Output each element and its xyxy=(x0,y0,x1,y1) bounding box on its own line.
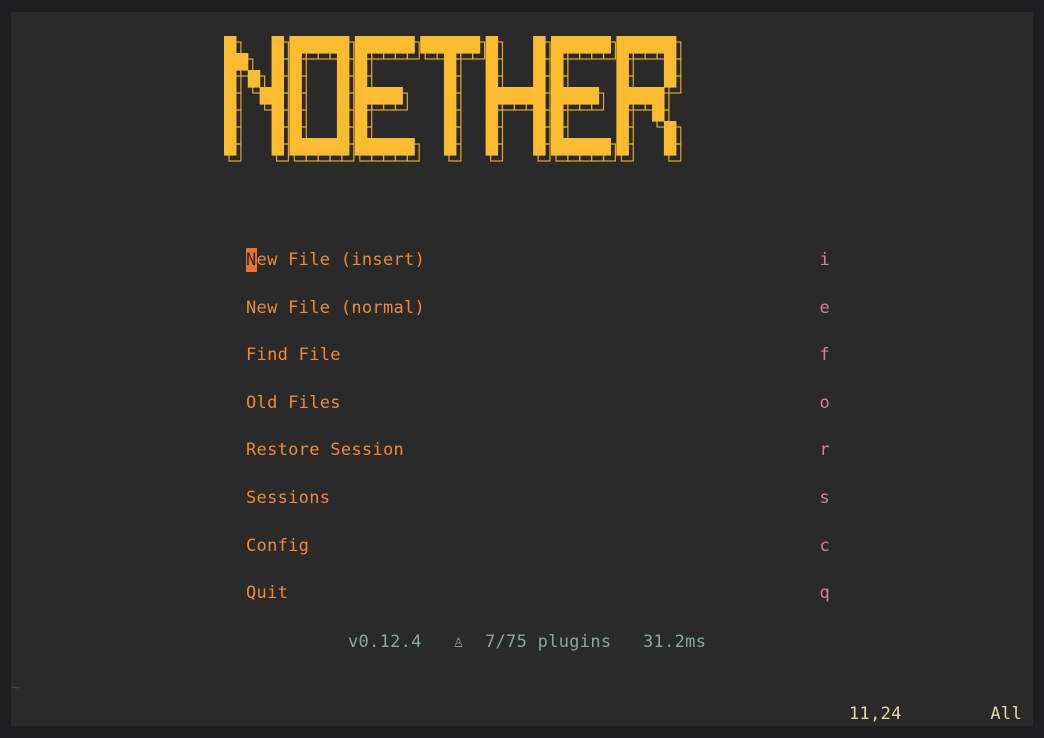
menu-item-shortcut: f xyxy=(819,345,830,365)
empty-line-marker: ~ xyxy=(11,680,20,696)
plugin-count: 7/75 plugins xyxy=(484,632,612,652)
flask-icon: ♙ xyxy=(453,632,464,652)
menu-item-shortcut: c xyxy=(819,536,830,556)
menu-item-text: ew File (insert) xyxy=(256,250,426,270)
editor-window: New File (insert) i New File (normal) e Find… xyxy=(11,12,1033,726)
menu-item-shortcut: e xyxy=(819,298,830,318)
menu-item-label: New File (normal) xyxy=(246,298,426,318)
menu-item-label: Restore Session xyxy=(246,440,405,460)
menu-item[interactable]: Quit q xyxy=(246,581,830,605)
cursor-block: N xyxy=(246,248,257,272)
menu-item-label: New File (insert) xyxy=(246,248,425,272)
menu-item-shortcut: q xyxy=(819,583,830,603)
menu-item-shortcut: i xyxy=(819,250,830,270)
version-text: v0.12.4 xyxy=(348,632,422,652)
menu-item-label: Quit xyxy=(246,583,289,603)
menu-item[interactable]: New File (normal) e xyxy=(246,296,830,320)
menu-item[interactable]: New File (insert) i xyxy=(246,248,830,272)
menu-item[interactable]: Restore Session r xyxy=(246,438,830,462)
menu-item-label: Find File xyxy=(246,345,341,365)
menu-item-shortcut: r xyxy=(819,440,830,460)
menu-item-shortcut: s xyxy=(819,488,830,508)
menu-item[interactable]: Sessions s xyxy=(246,486,830,510)
startup-info: v0.12.4 ♙ 7/75 plugins 31.2ms xyxy=(348,630,706,654)
scroll-indicator: All xyxy=(990,704,1022,724)
cursor-position: 11,24 xyxy=(849,704,902,724)
menu-item[interactable]: Config c xyxy=(246,534,830,558)
menu-item-label: Sessions xyxy=(246,488,331,508)
menu-item-label: Old Files xyxy=(246,393,341,413)
menu-item-shortcut: o xyxy=(819,393,830,413)
startup-time: 31.2ms xyxy=(643,632,707,652)
menu-item[interactable]: Old Files o xyxy=(246,391,830,415)
menu-item-label: Config xyxy=(246,536,310,556)
menu-item[interactable]: Find File f xyxy=(246,343,830,367)
noether-banner-logo xyxy=(224,36,682,162)
